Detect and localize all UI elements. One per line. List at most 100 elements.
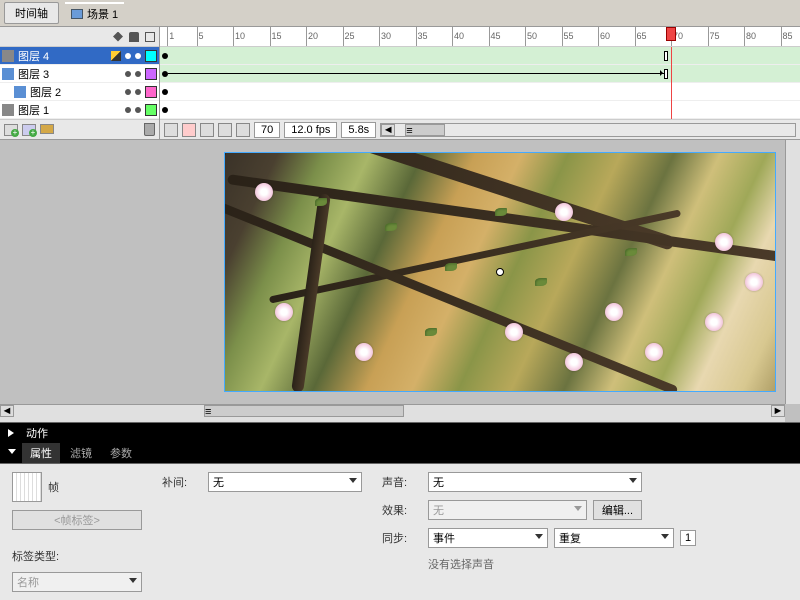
stage[interactable]: + ◄ ≡ ► [0, 140, 800, 422]
scroll-left-button[interactable]: ◄ [381, 124, 395, 136]
ruler-number: 45 [491, 31, 501, 41]
keyframe-icon[interactable] [162, 53, 168, 59]
layer-name-label: 图层 3 [18, 66, 121, 82]
ruler-number: 15 [272, 31, 282, 41]
layer-color-swatch[interactable] [145, 86, 157, 98]
effect-select: 无 [428, 500, 587, 520]
layer-name-label: 图层 1 [18, 102, 121, 118]
scene-label: 场景 1 [87, 6, 118, 22]
keyframe-end-icon[interactable] [664, 51, 668, 61]
layer-color-swatch[interactable] [145, 104, 157, 116]
tab-properties[interactable]: 属性 [22, 443, 60, 463]
registration-point-icon [496, 268, 504, 276]
actions-panel-tab[interactable]: 动作 [0, 422, 800, 443]
outline-icon[interactable] [145, 32, 155, 42]
layer-type-icon [2, 104, 14, 116]
edit-button[interactable]: 编辑... [593, 500, 642, 520]
tab-filters[interactable]: 滤镜 [62, 443, 100, 463]
keyframe-end-icon[interactable] [664, 69, 668, 79]
scroll-left-button[interactable]: ◄ [0, 405, 14, 417]
tab-timeline[interactable]: 时间轴 [4, 2, 59, 24]
onion-skin-icon[interactable] [182, 123, 196, 137]
ruler-number: 25 [345, 31, 355, 41]
layer-header [0, 27, 159, 47]
properties-panel: 帧 <帧标签> 标签类型: 名称 补间: 无 声音: 无 [0, 464, 800, 600]
onion-markers-icon[interactable] [236, 123, 250, 137]
scroll-right-button[interactable]: ► [771, 405, 785, 417]
scroll-thumb[interactable]: ≡ [204, 405, 404, 417]
sync-label: 同步: [382, 530, 422, 546]
lock-dot[interactable] [135, 53, 141, 59]
inspector-tabs: 属性 滤镜 参数 [0, 443, 800, 464]
visibility-dot[interactable] [125, 89, 131, 95]
layer-name-label: 图层 4 [18, 48, 107, 64]
trash-icon[interactable] [144, 123, 155, 136]
layer-row[interactable]: 图层 1 [0, 101, 159, 119]
visibility-dot[interactable] [125, 107, 131, 113]
layer-row[interactable]: 图层 2 [0, 83, 159, 101]
track-row[interactable] [160, 47, 800, 65]
edit-multiple-icon[interactable] [218, 123, 232, 137]
tween-select[interactable]: 无 [208, 472, 362, 492]
ruler-number: 5 [199, 31, 204, 41]
ruler-number: 40 [454, 31, 464, 41]
frame-thumbnail-icon [12, 472, 42, 502]
onion-outline-icon[interactable] [200, 123, 214, 137]
timeline-scrollbar[interactable]: ◄ ≡ [380, 123, 796, 137]
track-row[interactable] [160, 83, 800, 101]
frame-ruler[interactable]: 1510152025303540455055606570758085 [160, 27, 800, 47]
visibility-icon[interactable] [113, 32, 123, 42]
frame-label-input[interactable]: <帧标签> [12, 510, 142, 530]
stage-content-image [225, 153, 775, 391]
layer-row[interactable]: 图层 4 [0, 47, 159, 65]
layer-color-swatch[interactable] [145, 68, 157, 80]
visibility-dot[interactable] [125, 53, 131, 59]
layer-row[interactable]: 图层 3 [0, 65, 159, 83]
keyframe-icon[interactable] [162, 71, 168, 77]
keyframe-icon[interactable] [162, 107, 168, 113]
scene-icon [71, 9, 83, 19]
collapse-icon[interactable] [8, 449, 16, 458]
playhead-line [671, 47, 672, 119]
tween-label: 补间: [162, 474, 202, 490]
keyframe-icon[interactable] [162, 89, 168, 95]
current-frame-field[interactable]: 70 [254, 122, 280, 138]
add-guide-layer-button[interactable] [22, 124, 36, 136]
scene-indicator[interactable]: 场景 1 [65, 2, 124, 24]
track-row[interactable] [160, 101, 800, 119]
sound-select[interactable]: 无 [428, 472, 642, 492]
repeat-select[interactable]: 重复 [554, 528, 674, 548]
layer-name-label: 图层 2 [30, 84, 121, 100]
origin-icon: + [224, 152, 226, 161]
playhead[interactable] [666, 27, 676, 41]
stage-canvas[interactable]: + [224, 152, 776, 392]
lock-dot[interactable] [135, 89, 141, 95]
center-frame-icon[interactable] [164, 123, 178, 137]
frame-label: 帧 [48, 479, 88, 495]
repeat-count-input[interactable]: 1 [680, 530, 696, 546]
track-row[interactable] [160, 65, 800, 83]
layer-color-swatch[interactable] [145, 50, 157, 62]
sound-label: 声音: [382, 474, 422, 490]
ruler-number: 75 [710, 31, 720, 41]
label-type-select[interactable]: 名称 [12, 572, 142, 592]
tab-parameters[interactable]: 参数 [102, 443, 140, 463]
sync-select[interactable]: 事件 [428, 528, 548, 548]
ruler-number: 20 [308, 31, 318, 41]
elapsed-time-field: 5.8s [341, 122, 376, 138]
lock-dot[interactable] [135, 71, 141, 77]
fps-field[interactable]: 12.0 fps [284, 122, 337, 138]
add-folder-button[interactable] [40, 124, 54, 134]
visibility-dot[interactable] [125, 71, 131, 77]
pencil-icon [111, 51, 121, 61]
lock-icon[interactable] [129, 32, 139, 42]
stage-scrollbar-v[interactable] [785, 140, 800, 404]
ruler-number: 55 [564, 31, 574, 41]
layer-type-icon [2, 50, 14, 62]
add-layer-button[interactable] [4, 124, 18, 136]
ruler-number: 60 [600, 31, 610, 41]
stage-scrollbar-h[interactable]: ◄ ≡ ► [0, 404, 785, 422]
ruler-number: 65 [637, 31, 647, 41]
lock-dot[interactable] [135, 107, 141, 113]
scroll-thumb[interactable]: ≡ [405, 124, 445, 136]
